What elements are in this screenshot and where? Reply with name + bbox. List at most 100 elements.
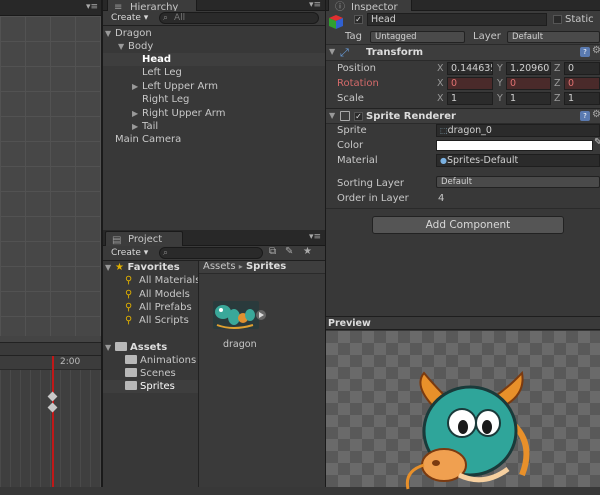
scene-tabbar: ▾≡	[0, 0, 101, 16]
timeline-ruler[interactable]: 2:00	[0, 356, 101, 370]
folder-item-animations[interactable]: Animations	[125, 354, 196, 367]
filter-type-icon[interactable]: ⧉	[269, 246, 276, 257]
help-icon[interactable]: ?	[580, 111, 590, 121]
transform-header[interactable]: ▼ ⤢ Transform ? ⚙	[326, 45, 600, 61]
hierarchy-search-input[interactable]: ⌕ All	[159, 12, 319, 24]
scene-grid[interactable]	[0, 16, 101, 336]
favorites-label: Favorites	[127, 262, 180, 273]
rotation-z-axis-label[interactable]: Z	[554, 77, 561, 90]
material-label: Material	[337, 155, 378, 166]
breadcrumb: Assets ▸ Sprites	[199, 261, 325, 274]
sprite-field[interactable]: ⬚dragon_0	[436, 124, 600, 137]
favorite-item-all-prefabs[interactable]: ⚲ All Prefabs	[125, 301, 192, 314]
folder-item-sprites[interactable]: Sprites	[103, 380, 198, 393]
expand-arrow-icon[interactable]: ▶	[132, 80, 142, 93]
expand-arrow-icon[interactable]: ▶	[132, 120, 142, 133]
favorites-header[interactable]: ▼ ★ Favorites	[105, 261, 180, 274]
scale-z-value: 1	[568, 93, 575, 104]
position-y-axis-label[interactable]: Y	[497, 62, 503, 75]
sprite-renderer-header[interactable]: ▼ ✓ Sprite Renderer ? ⚙	[326, 108, 600, 124]
favorite-star-icon[interactable]: ★	[303, 246, 312, 257]
asset-label-dragon[interactable]: dragon	[223, 339, 257, 350]
expand-arrow-icon[interactable]: ▼	[105, 261, 115, 274]
rotation-x-field[interactable]: 0	[447, 77, 493, 90]
scale-x-axis-label[interactable]: X	[437, 92, 444, 105]
panel-menu-icon[interactable]: ▾≡	[309, 0, 321, 10]
project-create-dropdown[interactable]: Create ▾	[111, 246, 148, 260]
panel-menu-icon[interactable]: ▾≡	[309, 232, 321, 242]
breadcrumb-current[interactable]: Sprites	[246, 261, 286, 272]
active-checkbox[interactable]: ✓	[354, 15, 363, 24]
tag-dropdown[interactable]: Untagged	[370, 31, 465, 43]
expand-arrow-icon[interactable]: ▶	[132, 107, 142, 120]
material-field[interactable]: ●Sprites-Default	[436, 154, 600, 167]
tree-item-right-leg[interactable]: Right Leg	[142, 93, 189, 106]
scale-z-axis-label[interactable]: Z	[554, 92, 561, 105]
search-icon: ⌕	[163, 13, 169, 23]
timeline-playhead[interactable]	[52, 356, 54, 487]
scale-y-value: 1	[510, 93, 517, 104]
scale-x-field[interactable]: 1	[447, 92, 493, 105]
rotation-x-axis-label[interactable]: X	[437, 77, 444, 90]
layer-dropdown[interactable]: Default	[507, 31, 600, 43]
position-z-field[interactable]: 0	[564, 62, 600, 75]
rotation-z-field[interactable]: 0	[564, 77, 600, 90]
help-icon[interactable]: ?	[580, 47, 590, 57]
expand-arrow-icon[interactable]: ▼	[105, 341, 115, 354]
sprite-renderer-enabled-checkbox[interactable]: ✓	[354, 112, 363, 121]
tree-item-body[interactable]: ▼ Body	[118, 40, 153, 53]
favorite-item-all-materials[interactable]: ⚲ All Materials	[125, 274, 200, 287]
asset-thumbnail-dragon[interactable]	[213, 297, 267, 337]
expand-arrow-icon[interactable]: ▼	[329, 111, 339, 120]
expand-arrow-icon[interactable]: ▼	[329, 47, 339, 56]
expand-arrow-icon[interactable]: ▼	[118, 40, 128, 53]
add-component-button[interactable]: Add Component	[372, 216, 564, 234]
sorting-layer-dropdown[interactable]: Default	[436, 176, 600, 188]
rotation-y-field[interactable]: 0	[506, 77, 551, 90]
tree-item-dragon[interactable]: ▼ Dragon	[105, 27, 152, 40]
material-sphere-icon: ●	[440, 156, 447, 165]
tab-inspector[interactable]: ⓘ Inspector	[328, 0, 412, 13]
breadcrumb-root[interactable]: Assets	[203, 261, 236, 272]
position-z-axis-label[interactable]: Z	[554, 62, 561, 75]
favorite-item-all-models[interactable]: ⚲ All Models	[125, 288, 190, 301]
rotation-y-axis-label[interactable]: Y	[497, 77, 503, 90]
color-swatch[interactable]	[436, 140, 593, 151]
tree-item-left-upper-arm[interactable]: ▶ Left Upper Arm	[132, 80, 218, 93]
tab-project[interactable]: ▤ Project	[105, 231, 183, 246]
scale-z-field[interactable]: 1	[564, 92, 600, 105]
preview-header[interactable]: Preview	[326, 316, 600, 330]
gameobject-name-field[interactable]: Head	[367, 13, 547, 26]
timeline-tracks[interactable]	[0, 370, 101, 487]
folder-item-scenes[interactable]: Scenes	[125, 367, 176, 380]
tree-item-left-leg[interactable]: Left Leg	[142, 66, 182, 79]
hierarchy-create-dropdown[interactable]: Create ▾	[111, 11, 148, 25]
project-search-input[interactable]: ⌕	[159, 247, 263, 259]
tree-item-main-camera[interactable]: Main Camera	[115, 133, 181, 146]
tree-item-head[interactable]: Head	[103, 53, 325, 66]
filter-label-icon[interactable]: ✎	[285, 246, 293, 257]
static-checkbox[interactable]	[553, 15, 562, 24]
inspector-panel: ⓘ Inspector ✓ Head Static Tag Untagged L…	[326, 0, 600, 490]
tree-item-tail[interactable]: ▶ Tail	[132, 120, 158, 133]
settings-gear-icon[interactable]: ⚙	[592, 45, 600, 56]
expand-arrow-icon[interactable]: ▼	[105, 27, 115, 40]
preview-label: Preview	[328, 318, 371, 329]
position-x-axis-label[interactable]: X	[437, 62, 444, 75]
assets-header[interactable]: ▼ Assets	[105, 341, 167, 354]
position-x-field[interactable]: 0.144635	[447, 62, 493, 75]
order-in-layer-field[interactable]: 4	[438, 192, 444, 205]
layer-label: Layer	[473, 31, 501, 42]
tree-item-right-upper-arm[interactable]: ▶ Right Upper Arm	[132, 107, 226, 120]
tree-item-label: Right Leg	[142, 94, 190, 105]
scale-y-field[interactable]: 1	[506, 92, 551, 105]
settings-gear-icon[interactable]: ⚙	[592, 109, 600, 120]
tab-hierarchy[interactable]: ≡ Hierarchy	[107, 0, 197, 13]
favorite-item-all-scripts[interactable]: ⚲ All Scripts	[125, 314, 189, 327]
scale-y-axis-label[interactable]: Y	[497, 92, 503, 105]
position-y-field[interactable]: 1.209605	[506, 62, 551, 75]
panel-menu-icon[interactable]: ▾≡	[86, 2, 98, 12]
preview-area[interactable]	[326, 331, 600, 490]
eyedropper-icon[interactable]: ✎	[594, 137, 600, 148]
dragon-head-sprite	[405, 370, 530, 490]
